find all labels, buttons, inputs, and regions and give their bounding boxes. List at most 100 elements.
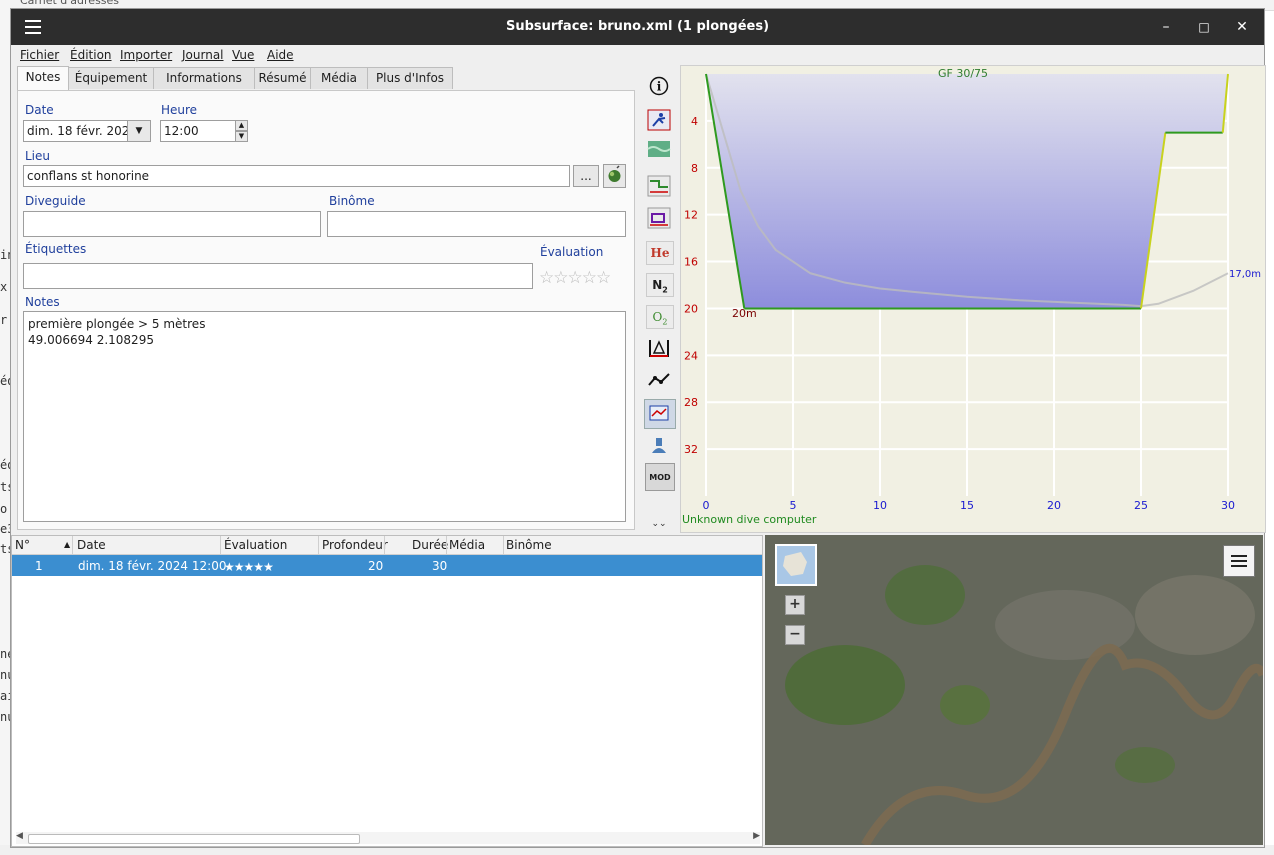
tags-field[interactable] bbox=[23, 263, 533, 289]
window-title: Subsurface: bruno.xml (1 plongées) bbox=[505, 19, 770, 34]
row-date: dim. 18 févr. 2024 12:00 bbox=[78, 559, 227, 573]
graph-icon[interactable] bbox=[646, 369, 672, 391]
tab-resume[interactable]: Résumé bbox=[254, 67, 311, 89]
column-duration[interactable]: Durée bbox=[412, 538, 448, 552]
oxygen-icon[interactable]: O2 bbox=[646, 305, 674, 329]
row-rating-stars: ★★★★★ bbox=[224, 555, 274, 576]
rating-star-icon: ★ bbox=[233, 560, 245, 574]
rating-stars[interactable]: ☆☆☆☆☆ bbox=[539, 268, 611, 288]
depth-area bbox=[706, 74, 1228, 309]
dive-list: N° ▲ Date Évaluation Profondeur Durée Mé… bbox=[11, 535, 763, 847]
time-label: Heure bbox=[161, 103, 198, 117]
location-more-button[interactable]: ... bbox=[573, 165, 599, 187]
sort-ascending-icon[interactable]: ▲ bbox=[64, 540, 70, 549]
scroll-right-icon[interactable]: ▶ bbox=[753, 831, 760, 841]
location-field[interactable]: conflans st honorine bbox=[23, 165, 570, 187]
menu-edition[interactable]: Édition bbox=[70, 48, 112, 62]
row-number: 1 bbox=[35, 559, 43, 573]
minimize-button[interactable]: – bbox=[1156, 17, 1176, 37]
table-row[interactable]: 1 dim. 18 févr. 2024 12:00 ★★★★★ 20 30 bbox=[12, 555, 762, 576]
menu-vue[interactable]: Vue bbox=[232, 48, 254, 62]
x-tick-label: 15 bbox=[960, 499, 974, 512]
row-duration: 30 bbox=[432, 559, 448, 573]
tags-label: Étiquettes bbox=[25, 242, 87, 256]
column-number[interactable]: N° bbox=[15, 538, 30, 552]
y-tick-label: 12 bbox=[684, 209, 698, 222]
map-menu-button[interactable] bbox=[1223, 545, 1255, 577]
rating-star-icon: ★ bbox=[243, 560, 255, 574]
notes-label: Notes bbox=[25, 295, 60, 309]
column-buddy[interactable]: Binôme bbox=[506, 538, 552, 552]
rating-label: Évaluation bbox=[540, 245, 604, 259]
date-dropdown-icon[interactable]: ▼ bbox=[127, 120, 151, 142]
delta-icon[interactable] bbox=[646, 337, 672, 359]
zoom-out-button[interactable]: − bbox=[785, 625, 805, 645]
y-tick-label: 24 bbox=[684, 349, 698, 362]
hamburger-icon bbox=[1231, 555, 1247, 567]
map-icon[interactable] bbox=[644, 399, 676, 429]
tab-informations[interactable]: Informations bbox=[153, 67, 255, 89]
map-view[interactable]: + − bbox=[765, 535, 1263, 845]
time-up-icon[interactable]: ▲ bbox=[235, 120, 248, 131]
diveguide-field[interactable] bbox=[23, 211, 321, 237]
scrollbar-thumb[interactable] bbox=[28, 834, 360, 844]
location-value: conflans st honorine bbox=[27, 169, 150, 183]
tissue-icon[interactable] bbox=[646, 435, 672, 457]
menu-importer[interactable]: Importer bbox=[120, 48, 172, 62]
main-window: Subsurface: bruno.xml (1 plongées) – □ ✕… bbox=[10, 8, 1266, 848]
gf-label: GF 30/75 bbox=[938, 67, 988, 80]
x-tick-label: 25 bbox=[1134, 499, 1148, 512]
column-depth[interactable]: Profondeur bbox=[322, 538, 388, 552]
notes-textarea[interactable]: première plongée > 5 mètres 49.006694 2.… bbox=[23, 311, 626, 522]
scroll-left-icon[interactable]: ◀ bbox=[16, 831, 23, 841]
tab-equipement[interactable]: Équipement bbox=[68, 67, 154, 89]
menu-journal[interactable]: Journal bbox=[182, 48, 224, 62]
globe-button[interactable] bbox=[603, 164, 626, 188]
notes-line: première plongée > 5 mètres bbox=[28, 317, 206, 331]
buddy-field[interactable] bbox=[327, 211, 626, 237]
map-thumbnail[interactable] bbox=[775, 544, 817, 586]
menu-bar: Fichier Édition Importer Journal Vue Aid… bbox=[11, 45, 1264, 65]
end-depth-label: 17,0m bbox=[1229, 269, 1261, 280]
rating-star-icon: ★ bbox=[224, 560, 235, 574]
dive-profile-chart: 0 5 10 15 20 25 3048121620242832 GF 30/75 20m … bbox=[682, 67, 1261, 526]
dive-list-header: N° ▲ Date Évaluation Profondeur Durée Mé… bbox=[12, 536, 762, 555]
y-tick-label: 4 bbox=[691, 115, 698, 128]
background-left-strip bbox=[0, 0, 10, 855]
x-tick-label: 5 bbox=[790, 499, 797, 512]
ceiling-icon[interactable] bbox=[646, 175, 672, 197]
rating-star-icon: ★ bbox=[253, 560, 264, 574]
column-media[interactable]: Média bbox=[449, 538, 485, 552]
close-button[interactable]: ✕ bbox=[1232, 17, 1252, 37]
diver-icon[interactable] bbox=[646, 109, 672, 131]
tab-notes[interactable]: Notes bbox=[17, 66, 69, 90]
profile-toolbar: i He N2 O2 MOD ⌄⌄ bbox=[639, 71, 679, 531]
horizontal-scrollbar[interactable]: ◀ ▶ bbox=[16, 831, 760, 844]
tab-plus-infos[interactable]: Plus d'Infos bbox=[367, 67, 453, 89]
info-icon[interactable]: i bbox=[646, 75, 672, 97]
y-tick-label: 16 bbox=[684, 256, 698, 269]
zoom-in-button[interactable]: + bbox=[785, 595, 805, 615]
background-tab-title: Carnet d'adresses bbox=[20, 0, 120, 7]
column-rating[interactable]: Évaluation bbox=[224, 538, 287, 552]
time-down-icon[interactable]: ▼ bbox=[235, 131, 248, 142]
column-date[interactable]: Date bbox=[77, 538, 106, 552]
calculated-ceiling-icon[interactable] bbox=[646, 207, 672, 229]
menu-aide[interactable]: Aide bbox=[267, 48, 294, 62]
date-value: dim. 18 févr. 2024 bbox=[27, 124, 138, 138]
date-label: Date bbox=[25, 103, 54, 117]
max-depth-label: 20m bbox=[732, 307, 757, 320]
helium-icon[interactable]: He bbox=[646, 241, 674, 265]
nitrogen-icon[interactable]: N2 bbox=[646, 273, 674, 297]
row-depth: 20 bbox=[368, 559, 384, 573]
title-bar: Subsurface: bruno.xml (1 plongées) – □ ✕ bbox=[11, 9, 1264, 45]
y-tick-label: 20 bbox=[684, 302, 698, 315]
tab-media[interactable]: Média bbox=[310, 67, 368, 89]
x-tick-label: 10 bbox=[873, 499, 887, 512]
menu-fichier[interactable]: Fichier bbox=[20, 48, 59, 62]
notes-panel: Date dim. 18 févr. 2024 ▼ Heure 12:00 ▲ … bbox=[17, 90, 635, 530]
mod-icon[interactable]: MOD bbox=[645, 463, 675, 491]
maximize-button[interactable]: □ bbox=[1194, 17, 1214, 37]
water-icon[interactable] bbox=[646, 139, 672, 161]
x-tick-label: 20 bbox=[1047, 499, 1061, 512]
